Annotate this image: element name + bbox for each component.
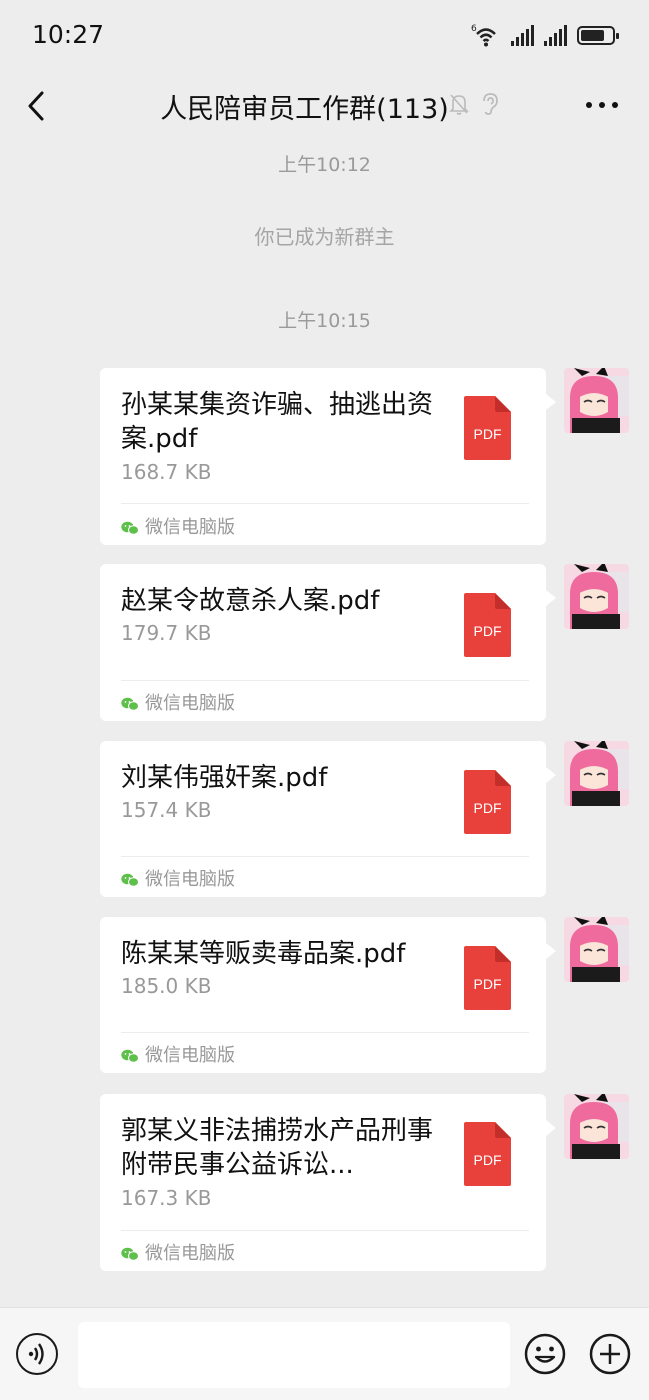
source-label: 微信电脑版 [145, 1045, 235, 1066]
wechat-icon [121, 1047, 139, 1063]
pdf-label: PDF [474, 800, 502, 816]
pdf-label: PDF [474, 1152, 502, 1168]
voice-icon[interactable] [16, 1333, 58, 1375]
signal-icon-1 [511, 24, 534, 46]
avatar[interactable] [564, 741, 629, 806]
network-label: 6 [471, 24, 477, 34]
divider [121, 503, 529, 504]
source-row: 微信电脑版 [121, 865, 235, 891]
message-input[interactable] [78, 1322, 510, 1388]
status-time: 10:27 [32, 20, 105, 49]
avatar[interactable] [564, 1094, 629, 1159]
pdf-label: PDF [474, 623, 502, 639]
timestamp: 上午10:15 [278, 310, 371, 332]
file-message[interactable]: 刘某伟强奸案.pdf 157.4 KB PDF 微信电脑版 [100, 741, 556, 897]
file-size: 179.7 KB [121, 621, 212, 645]
more-icon[interactable] [585, 95, 619, 115]
mute-bell-icon [448, 92, 470, 120]
pdf-icon: PDF [464, 396, 511, 460]
ear-icon [480, 92, 500, 120]
chat-header: 人民陪审员工作群(113) [0, 75, 649, 137]
source-label: 微信电脑版 [145, 1243, 235, 1264]
source-row: 微信电脑版 [121, 513, 235, 539]
pdf-icon: PDF [464, 770, 511, 834]
file-name: 陈某某等贩卖毒品案.pdf [121, 939, 406, 969]
divider [121, 1230, 529, 1231]
source-label: 微信电脑版 [145, 517, 235, 538]
pdf-label: PDF [474, 426, 502, 442]
avatar[interactable] [564, 917, 629, 982]
wechat-icon [121, 519, 139, 535]
wechat-icon [121, 1245, 139, 1261]
system-notice: 你已成为新群主 [254, 225, 395, 249]
divider [121, 856, 529, 857]
plus-icon[interactable] [589, 1333, 631, 1375]
source-label: 微信电脑版 [145, 869, 235, 890]
status-bar: 10:27 6 [0, 0, 649, 75]
source-label: 微信电脑版 [145, 693, 235, 714]
status-icons: 6 [471, 22, 619, 48]
pdf-icon: PDF [464, 946, 511, 1010]
file-message[interactable]: 陈某某等贩卖毒品案.pdf 185.0 KB PDF 微信电脑版 [100, 917, 556, 1073]
input-bar [0, 1307, 649, 1400]
title-wrap: 人民陪审员工作群(113) [0, 87, 649, 126]
file-name: 孙某某集资诈骗、抽逃出资案.pdf [121, 390, 434, 454]
avatar[interactable] [564, 564, 629, 629]
emoji-icon[interactable] [524, 1333, 566, 1375]
divider [121, 680, 529, 681]
pdf-icon: PDF [464, 1122, 511, 1186]
pdf-label: PDF [474, 976, 502, 992]
signal-icon-2 [544, 24, 567, 46]
divider [121, 1032, 529, 1033]
pdf-icon: PDF [464, 593, 511, 657]
file-name: 刘某伟强奸案.pdf [121, 763, 328, 793]
wechat-icon [121, 695, 139, 711]
battery-icon [577, 25, 619, 45]
wifi-icon: 6 [471, 22, 501, 48]
file-message[interactable]: 孙某某集资诈骗、抽逃出资案.pdf 168.7 KB PDF 微信电脑版 [100, 368, 556, 545]
wechat-icon [121, 871, 139, 887]
timestamp: 上午10:12 [278, 154, 371, 176]
file-message[interactable]: 郭某义非法捕捞水产品刑事附带民事公益诉讼... 167.3 KB PDF 微信电… [100, 1094, 556, 1271]
file-size: 185.0 KB [121, 974, 212, 998]
file-name: 赵某令故意杀人案.pdf [121, 586, 380, 616]
battery-fill [581, 29, 604, 41]
chat-title[interactable]: 人民陪审员工作群(113) [160, 94, 449, 125]
file-message[interactable]: 赵某令故意杀人案.pdf 179.7 KB PDF 微信电脑版 [100, 564, 556, 721]
source-row: 微信电脑版 [121, 1041, 235, 1067]
file-size: 157.4 KB [121, 798, 212, 822]
file-name: 郭某义非法捕捞水产品刑事附带民事公益诉讼... [121, 1116, 434, 1180]
avatar[interactable] [564, 368, 629, 433]
source-row: 微信电脑版 [121, 1239, 235, 1265]
file-size: 167.3 KB [121, 1186, 212, 1210]
source-row: 微信电脑版 [121, 689, 235, 715]
file-size: 168.7 KB [121, 460, 212, 484]
